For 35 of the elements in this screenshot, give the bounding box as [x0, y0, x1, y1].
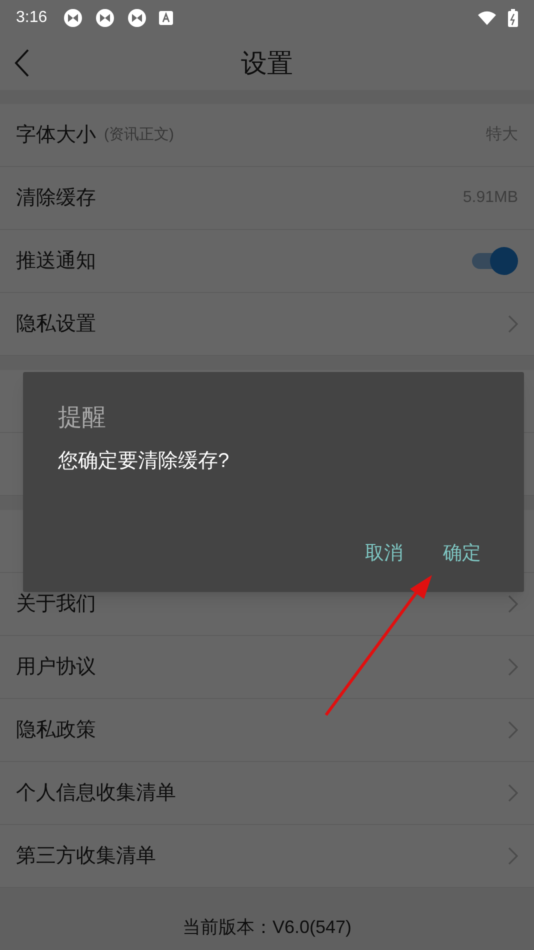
notification-icon: [63, 8, 84, 28]
settings-row[interactable]: 推送通知: [0, 230, 534, 293]
settings-row[interactable]: 隐私政策: [0, 699, 534, 762]
chevron-right-icon: [508, 315, 518, 333]
chevron-right-icon: [508, 721, 518, 739]
dialog-message: 您确定要清除缓存?: [58, 449, 230, 474]
dialog-button[interactable]: 取消: [365, 540, 403, 568]
settings-row[interactable]: 第三方收集清单: [0, 825, 534, 888]
settings-row[interactable]: 用户协议: [0, 636, 534, 699]
chevron-right-icon: [508, 847, 518, 865]
row-label: 关于我们: [16, 592, 96, 617]
row-label: 清除缓存: [16, 186, 96, 211]
row-label: 第三方收集清单: [16, 844, 156, 869]
row-label: 隐私设置: [16, 312, 96, 337]
chevron-right-icon: [508, 784, 518, 802]
row-label: 用户协议: [16, 655, 96, 680]
row-label: 隐私政策: [16, 718, 96, 743]
notification-icon: [127, 8, 148, 28]
dialog-button[interactable]: 确定: [443, 540, 481, 568]
row-label: 个人信息收集清单: [16, 781, 176, 806]
battery-icon: [508, 9, 518, 27]
notification-icon: [95, 8, 116, 28]
wifi-icon: [478, 11, 496, 25]
chevron-right-icon: [508, 595, 518, 613]
keyboard-icon: [159, 11, 174, 25]
settings-row[interactable]: 个人信息收集清单: [0, 762, 534, 825]
settings-row[interactable]: 隐私设置: [0, 293, 534, 356]
status-time: 3:16: [16, 8, 48, 28]
back-icon[interactable]: [14, 49, 30, 77]
row-label: 字体大小: [16, 123, 96, 148]
version-text: 当前版本：V6.0(547): [182, 916, 352, 939]
dialog-title: 提醒: [58, 403, 107, 433]
page-title: 设置: [241, 46, 293, 80]
chevron-right-icon: [508, 658, 518, 676]
row-label: 推送通知: [16, 249, 96, 274]
